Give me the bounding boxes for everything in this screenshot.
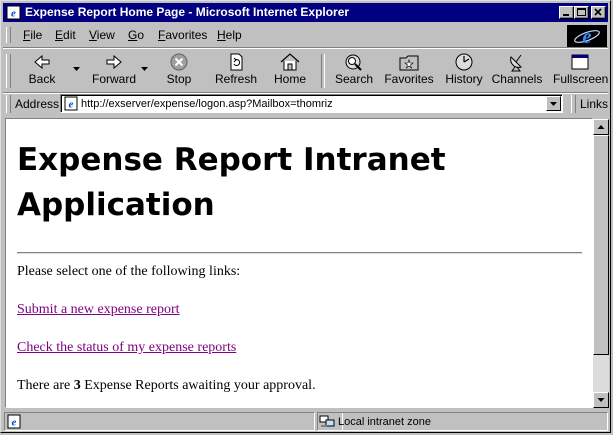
horizontal-rule (17, 252, 582, 254)
fullscreen-icon (571, 54, 589, 70)
svg-text:e: e (11, 8, 16, 20)
search-button[interactable]: Search (329, 52, 379, 90)
address-input[interactable]: e http://exserver/expense/logon.asp?Mail… (60, 94, 563, 113)
home-icon (280, 53, 300, 71)
toolbar-separator (3, 47, 608, 49)
page-icon: e (64, 96, 78, 111)
address-label: Address (15, 97, 60, 111)
page-icon: e (7, 414, 21, 429)
window-title: Expense Report Home Page - Microsoft Int… (25, 5, 350, 19)
refresh-icon (230, 53, 243, 71)
scroll-down-button[interactable] (593, 392, 609, 408)
svg-text:e: e (69, 99, 74, 111)
address-url: http://exserver/expense/logon.asp?Mailbo… (81, 98, 333, 110)
svg-text:e: e (12, 417, 17, 429)
intranet-zone-icon (319, 415, 335, 427)
fullscreen-button[interactable]: Fullscreen (553, 52, 608, 90)
intro-text: Please select one of the following links… (17, 264, 241, 279)
links-grip[interactable] (571, 95, 576, 113)
channels-satellite-icon (510, 54, 522, 72)
arrow-down-icon (597, 398, 605, 402)
check-status-link[interactable]: Check the status of my expense reports (17, 340, 236, 355)
stop-icon (170, 53, 188, 71)
close-button[interactable] (591, 6, 606, 19)
address-bar: Address e http://exserver/expense/logon.… (3, 93, 608, 115)
standard-toolbar: Back Forward Stop Refresh Home Search Fa… (3, 50, 608, 92)
scroll-up-button[interactable] (593, 119, 609, 135)
back-arrow-icon (34, 54, 50, 70)
awaiting-count: 3 (73, 378, 81, 393)
back-dropdown-icon[interactable] (73, 67, 80, 71)
menu-grip[interactable] (6, 27, 11, 43)
status-bar: e Local intranet zone (3, 411, 608, 432)
menu-help[interactable]: Help (217, 28, 242, 42)
menu-file[interactable]: File (23, 28, 42, 42)
svg-text:e: e (583, 26, 592, 48)
chevron-down-icon (550, 102, 557, 106)
forward-dropdown-icon[interactable] (141, 67, 148, 71)
browser-window: e Expense Report Home Page - Microsoft I… (0, 0, 611, 433)
address-dropdown-button[interactable] (546, 96, 561, 111)
menu-bar: File Edit View Go Favorites Help (3, 24, 563, 46)
title-bar[interactable]: e Expense Report Home Page - Microsoft I… (3, 3, 608, 22)
ie-page-icon: e (6, 5, 21, 20)
menu-favorites[interactable]: Favorites (158, 28, 207, 42)
submit-expense-link[interactable]: Submit a new expense report (17, 302, 180, 317)
favorites-folder-icon (399, 55, 419, 71)
toolbar-divider (321, 54, 325, 88)
scroll-thumb[interactable] (593, 135, 609, 355)
refresh-button[interactable]: Refresh (209, 52, 263, 90)
menu-go[interactable]: Go (128, 28, 144, 42)
awaiting-approval-text: There are 3 Expense Reports awaiting you… (17, 378, 316, 393)
history-icon (455, 53, 473, 71)
back-button[interactable]: Back (17, 52, 67, 90)
page-title: Expense Report Intranet Application (17, 142, 446, 223)
page-content: Expense Report Intranet Application Pleas… (5, 118, 593, 408)
forward-button[interactable]: Forward (85, 52, 143, 90)
stop-button[interactable]: Stop (155, 52, 203, 90)
toolbar-grip[interactable] (6, 54, 11, 88)
arrow-up-icon (597, 125, 605, 129)
minimize-button[interactable] (559, 6, 574, 19)
favorites-button[interactable]: Favorites (383, 52, 435, 90)
address-grip[interactable] (6, 95, 11, 113)
zone-label: Local intranet zone (338, 416, 431, 428)
ie-logo-icon: e (567, 25, 607, 48)
status-panel-zone: Local intranet zone (317, 412, 608, 431)
maximize-button[interactable] (574, 6, 589, 19)
status-panel-main: e (4, 412, 315, 431)
vertical-scrollbar[interactable] (593, 119, 609, 408)
menu-edit[interactable]: Edit (55, 28, 76, 42)
forward-arrow-icon (106, 54, 122, 70)
search-icon (345, 54, 362, 71)
home-button[interactable]: Home (267, 52, 313, 90)
channels-button[interactable]: Channels (491, 52, 543, 90)
links-button[interactable]: Links (580, 97, 608, 111)
menu-view[interactable]: View (89, 28, 115, 42)
history-button[interactable]: History (441, 52, 487, 90)
